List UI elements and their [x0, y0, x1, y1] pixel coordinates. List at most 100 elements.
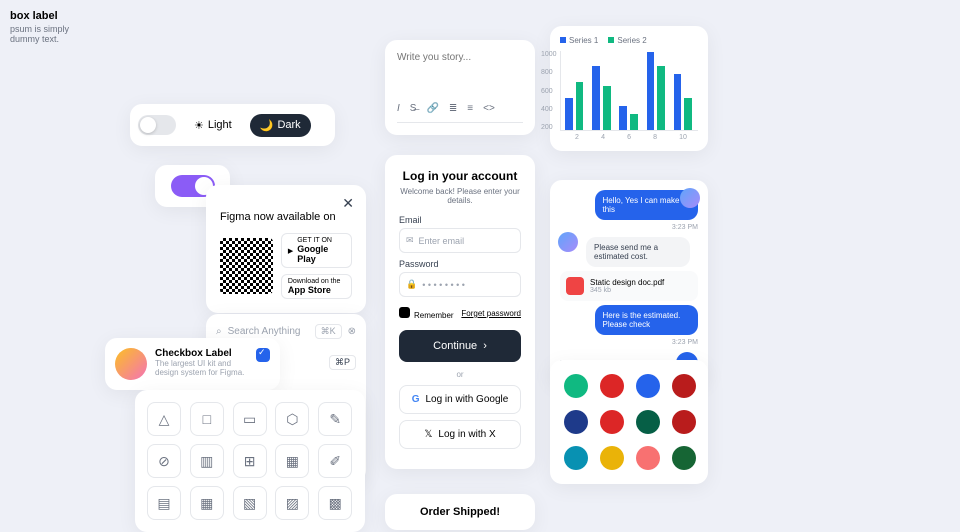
- square-icon[interactable]: □: [190, 402, 224, 436]
- file-size: 345 kb: [590, 287, 664, 294]
- login-title: Log in your account: [399, 169, 521, 183]
- app-store-button[interactable]: Download on theApp Store: [281, 274, 352, 299]
- chat-time: 3:23 PM: [560, 224, 698, 231]
- pencil-icon[interactable]: ✎: [318, 402, 352, 436]
- search-input[interactable]: Search Anything: [228, 326, 301, 337]
- list-icon[interactable]: ≣: [449, 103, 457, 114]
- file-attachment[interactable]: Static design doc.pdf345 kb: [560, 271, 698, 301]
- bar: [565, 98, 573, 130]
- flag-icon[interactable]: [672, 446, 696, 470]
- google-login-button[interactable]: GLog in with Google: [399, 385, 521, 414]
- legend-2: Series 2: [608, 36, 646, 45]
- x-icon: 𝕏: [424, 429, 432, 440]
- legend-1: Series 1: [560, 36, 598, 45]
- flag-icon[interactable]: [564, 410, 588, 434]
- code-icon[interactable]: <>: [483, 103, 495, 114]
- hexagon-icon[interactable]: ⬡: [275, 402, 309, 436]
- flag-icon[interactable]: [600, 410, 624, 434]
- theme-switch[interactable]: [138, 115, 176, 135]
- layout4-icon[interactable]: ▨: [275, 486, 309, 520]
- triangle-icon[interactable]: △: [147, 402, 181, 436]
- chart-card: Series 1 Series 2 1000800600400200 24681…: [550, 26, 708, 151]
- flag-icon[interactable]: [564, 374, 588, 398]
- light-button[interactable]: ☀ Light: [184, 114, 242, 137]
- column-icon[interactable]: ▥: [190, 444, 224, 478]
- email-label: Email: [399, 215, 521, 225]
- lock-icon: 🔒: [406, 279, 417, 290]
- avatar: [115, 348, 147, 380]
- bar: [647, 52, 655, 130]
- flag-icon[interactable]: [636, 410, 660, 434]
- file-name: Static design doc.pdf: [590, 278, 664, 287]
- cbl-title: box label: [10, 10, 100, 22]
- remember-checkbox[interactable]: Remember: [399, 307, 454, 320]
- password-label: Password: [399, 259, 521, 269]
- search-icon: ⌕: [216, 326, 222, 337]
- flag-icon[interactable]: [636, 446, 660, 470]
- flag-icon[interactable]: [600, 446, 624, 470]
- rectangle-icon[interactable]: ▭: [233, 402, 267, 436]
- flag-icon[interactable]: [636, 374, 660, 398]
- align-icon[interactable]: ≡: [467, 103, 473, 114]
- chat-card: Hello, Yes I can make this 3:23 PM Pleas…: [550, 180, 708, 384]
- strike-icon[interactable]: S̶: [410, 103, 417, 114]
- dark-label: Dark: [277, 119, 300, 131]
- bar: [657, 66, 665, 130]
- user-title: Checkbox Label: [155, 348, 248, 359]
- flags-grid: [550, 360, 708, 484]
- flag-icon[interactable]: [600, 374, 624, 398]
- password-field[interactable]: 🔒• • • • • • • •: [399, 272, 521, 297]
- chat-time: 3:23 PM: [560, 339, 698, 346]
- x-login-button[interactable]: 𝕏Log in with X: [399, 420, 521, 449]
- flag-icon[interactable]: [564, 446, 588, 470]
- bar: [684, 98, 692, 130]
- user-desc: The largest UI kit and design system for…: [155, 359, 248, 377]
- theme-toggle-card: ☀ Light 🌙 Dark: [130, 104, 335, 146]
- bar: [603, 86, 611, 130]
- avatar: [558, 232, 578, 252]
- pdf-icon: [566, 277, 584, 295]
- continue-button[interactable]: Continue ›: [399, 330, 521, 362]
- close-icon[interactable]: ✕: [342, 195, 354, 212]
- icon-grid: △ □ ▭ ⬡ ✎ ⊘ ▥ ⊞ ▦ ✐ ▤ ▦ ▧ ▨ ▩: [135, 390, 365, 532]
- layout2-icon[interactable]: ▦: [190, 486, 224, 520]
- apps-icon[interactable]: ▦: [275, 444, 309, 478]
- editor-card: I S̶ 🔗 ≣ ≡ <>: [385, 40, 535, 135]
- qr-code: [220, 238, 273, 294]
- chat-message-me: Here is the estimated. Please check: [595, 305, 699, 335]
- layout5-icon[interactable]: ▩: [318, 486, 352, 520]
- slash-icon[interactable]: ⊘: [147, 444, 181, 478]
- italic-icon[interactable]: I: [397, 103, 400, 114]
- bar: [576, 82, 584, 130]
- figma-title: Figma now available on: [220, 211, 352, 223]
- user-checkbox-card: Checkbox Label The largest UI kit and de…: [105, 338, 280, 390]
- layout-icon[interactable]: ▤: [147, 486, 181, 520]
- forgot-link[interactable]: Forget password: [461, 309, 521, 318]
- bar: [592, 66, 600, 130]
- story-input[interactable]: [397, 52, 523, 63]
- login-sub: Welcome back! Please enter your details.: [399, 187, 521, 205]
- email-field[interactable]: ✉Enter email: [399, 228, 521, 253]
- checkbox-label-block: box label psum is simply dummy text.: [0, 0, 110, 54]
- flag-icon[interactable]: [672, 410, 696, 434]
- clear-icon[interactable]: ⊗: [348, 326, 356, 337]
- mail-icon: ✉: [406, 235, 414, 246]
- light-label: Light: [208, 119, 232, 131]
- search-kbd: ⌘K: [315, 324, 342, 339]
- login-card: Log in your account Welcome back! Please…: [385, 155, 535, 469]
- bar: [619, 106, 627, 130]
- google-icon: G: [412, 394, 420, 405]
- google-play-button[interactable]: ▶GET IT ONGoogle Play: [281, 233, 352, 268]
- order-shipped-card: Order Shipped!: [385, 494, 535, 530]
- grid-icon[interactable]: ⊞: [233, 444, 267, 478]
- link-icon[interactable]: 🔗: [426, 103, 438, 114]
- avatar: [680, 188, 700, 208]
- edit-icon[interactable]: ✐: [318, 444, 352, 478]
- flag-icon[interactable]: [672, 374, 696, 398]
- shipped-text: Order Shipped!: [420, 506, 500, 518]
- checkbox[interactable]: [256, 348, 270, 362]
- layout3-icon[interactable]: ▧: [233, 486, 267, 520]
- dark-button[interactable]: 🌙 Dark: [250, 114, 311, 137]
- cbl-desc: psum is simply dummy text.: [10, 24, 100, 44]
- bar: [630, 114, 638, 130]
